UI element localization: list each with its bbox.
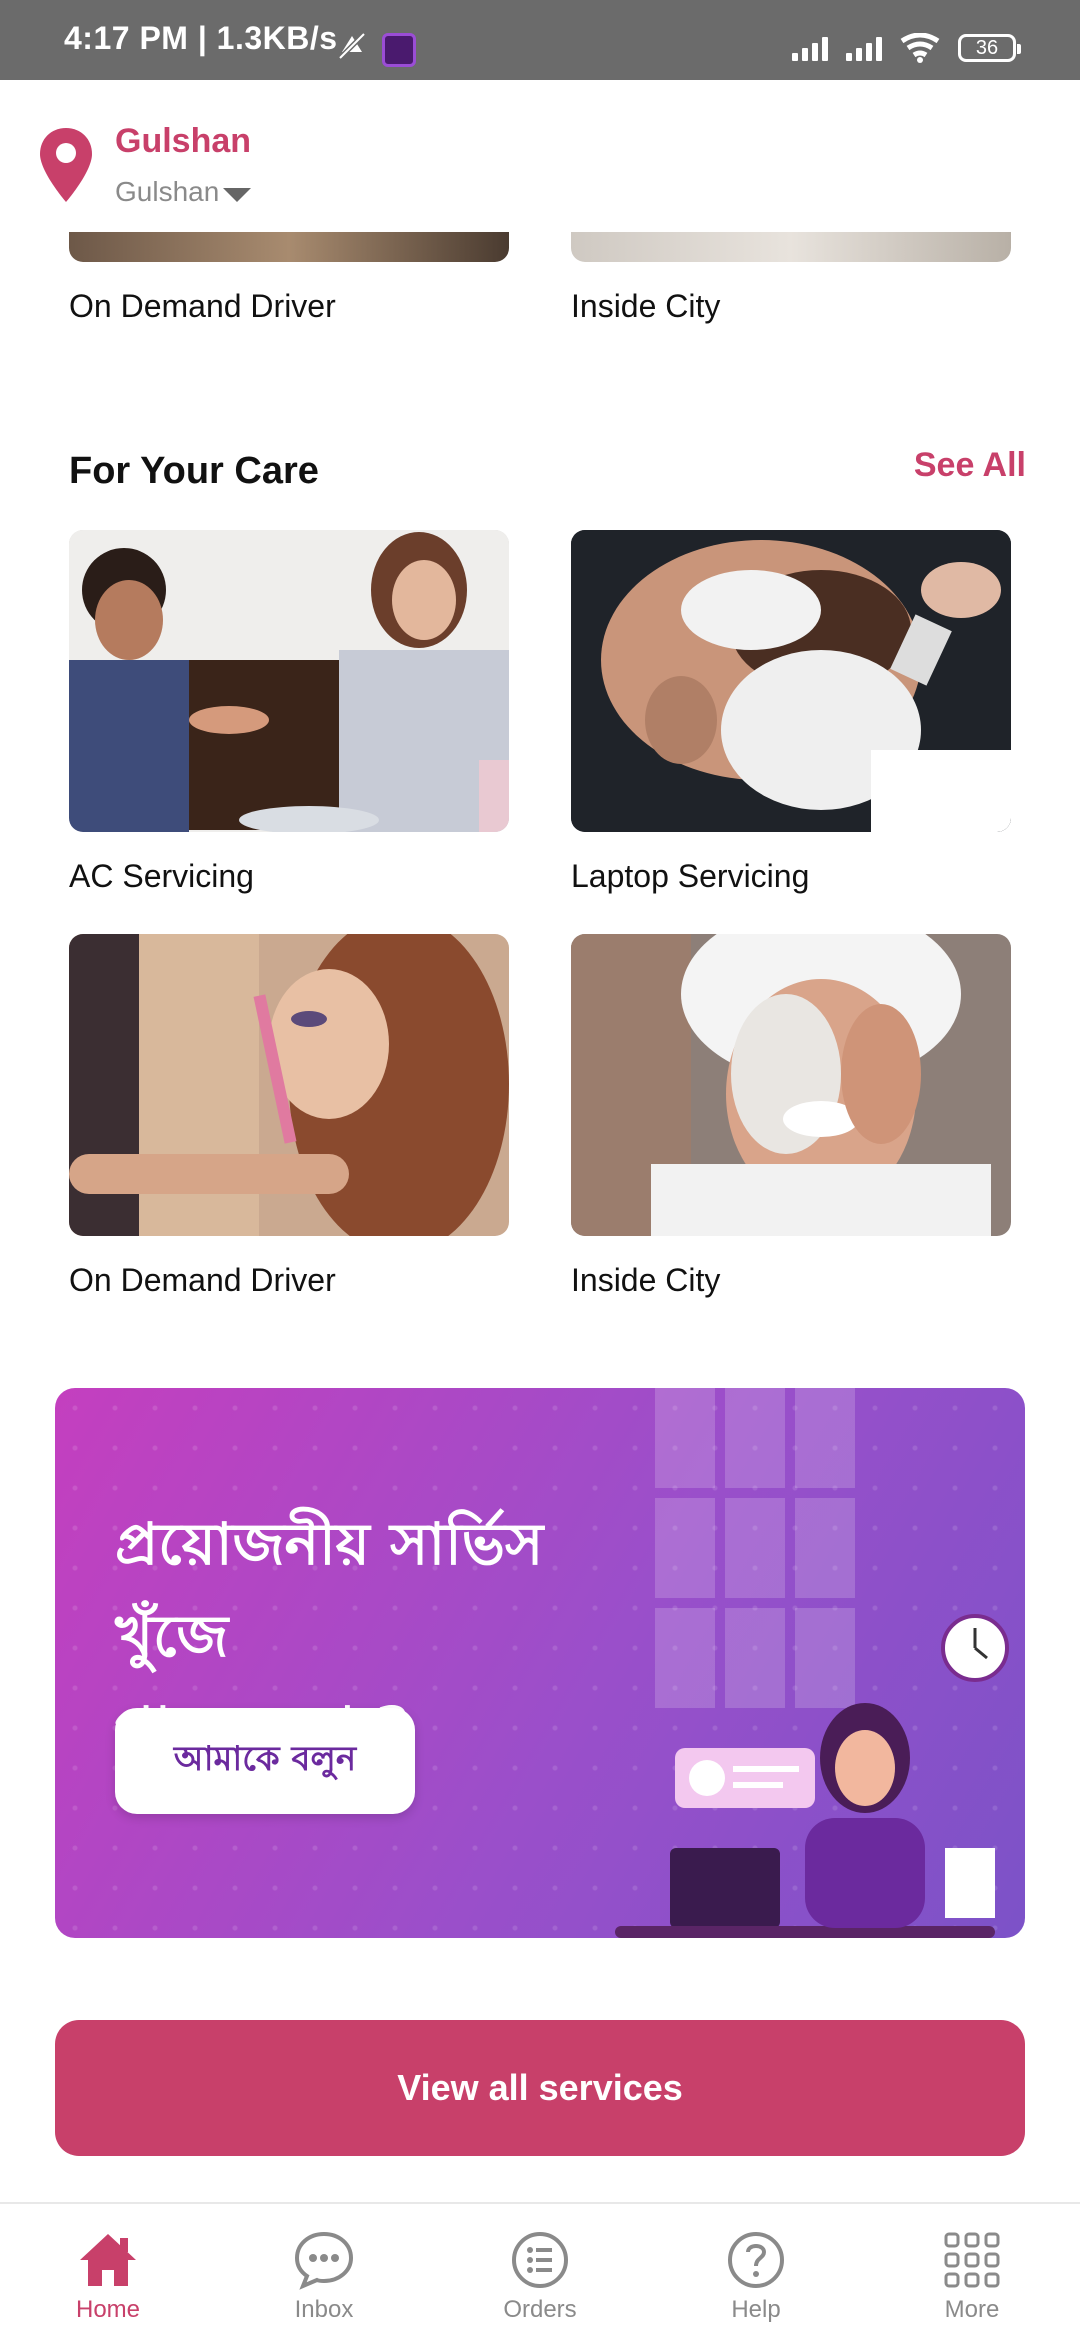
nav-item-help[interactable]: Help bbox=[648, 2204, 864, 2342]
location-header: Gulshan Gulshan bbox=[0, 80, 1080, 230]
service-card[interactable]: Laptop Servicing bbox=[571, 530, 1011, 894]
banner-line-1: প্রয়োজনীয় সার্ভিস খুঁজে bbox=[115, 1510, 544, 1670]
nav-label: Help bbox=[731, 2296, 781, 2323]
request-service-banner[interactable]: প্রয়োজনীয় সার্ভিস খুঁজে পাচ্ছেন না ? আ… bbox=[55, 1388, 1025, 1938]
status-time: 4:17 PM | 1.3KB/s bbox=[64, 20, 338, 56]
service-label[interactable]: On Demand Driver bbox=[69, 288, 336, 325]
support-agent-illustration bbox=[615, 1614, 1009, 1938]
nav-label: Inbox bbox=[294, 2296, 354, 2323]
service-card[interactable]: Inside City bbox=[571, 934, 1011, 1298]
manicure-photo bbox=[69, 530, 509, 832]
chevron-down-icon bbox=[223, 188, 252, 202]
list-icon bbox=[512, 2232, 568, 2288]
nav-item-orders[interactable]: Orders bbox=[432, 2204, 648, 2342]
nav-label: Orders bbox=[503, 2296, 577, 2323]
location-title: Gulshan bbox=[115, 122, 252, 160]
mute-icon bbox=[336, 30, 368, 67]
nav-item-home[interactable]: Home bbox=[0, 2204, 216, 2342]
home-icon bbox=[80, 2234, 136, 2286]
tell-us-button[interactable]: আমাকে বলুন bbox=[115, 1708, 415, 1814]
location-pin-icon bbox=[38, 126, 94, 211]
see-all-link[interactable]: See All bbox=[914, 446, 1026, 485]
bottom-nav: Home Inbox Orders Help More bbox=[0, 2202, 1080, 2342]
chat-icon bbox=[294, 2231, 354, 2290]
help-icon bbox=[728, 2232, 784, 2288]
nav-label: More bbox=[944, 2296, 1000, 2323]
service-label[interactable]: Inside City bbox=[571, 288, 720, 325]
app-notification-icon bbox=[382, 33, 416, 67]
makeup-photo bbox=[69, 934, 509, 1236]
view-all-services-button[interactable]: View all services bbox=[55, 2020, 1025, 2156]
nav-item-more[interactable]: More bbox=[864, 2204, 1080, 2342]
service-card[interactable]: On Demand Driver bbox=[69, 934, 509, 1298]
signal-icon-2 bbox=[846, 35, 882, 61]
service-label: On Demand Driver bbox=[69, 1262, 336, 1298]
shaving-photo bbox=[571, 530, 1011, 832]
grid-icon bbox=[944, 2232, 1000, 2288]
card-image-partial[interactable] bbox=[69, 232, 509, 262]
signal-icon bbox=[792, 35, 828, 61]
service-card[interactable]: AC Servicing bbox=[69, 530, 509, 894]
card-image-partial[interactable] bbox=[571, 232, 1011, 262]
battery-indicator: 36 bbox=[958, 34, 1021, 62]
section-title: For Your Care bbox=[69, 450, 319, 492]
face-mask-photo bbox=[571, 934, 1011, 1236]
service-label: AC Servicing bbox=[69, 858, 254, 894]
service-label: Inside City bbox=[571, 1262, 721, 1298]
area-selector-label: Gulshan bbox=[115, 176, 220, 207]
nav-label: Home bbox=[75, 2296, 141, 2323]
nav-item-inbox[interactable]: Inbox bbox=[216, 2204, 432, 2342]
area-selector[interactable]: Gulshan bbox=[115, 176, 252, 208]
status-bar: 4:17 PM | 1.3KB/s 36 bbox=[0, 0, 1080, 80]
wifi-icon bbox=[900, 33, 940, 63]
service-label: Laptop Servicing bbox=[571, 858, 810, 894]
